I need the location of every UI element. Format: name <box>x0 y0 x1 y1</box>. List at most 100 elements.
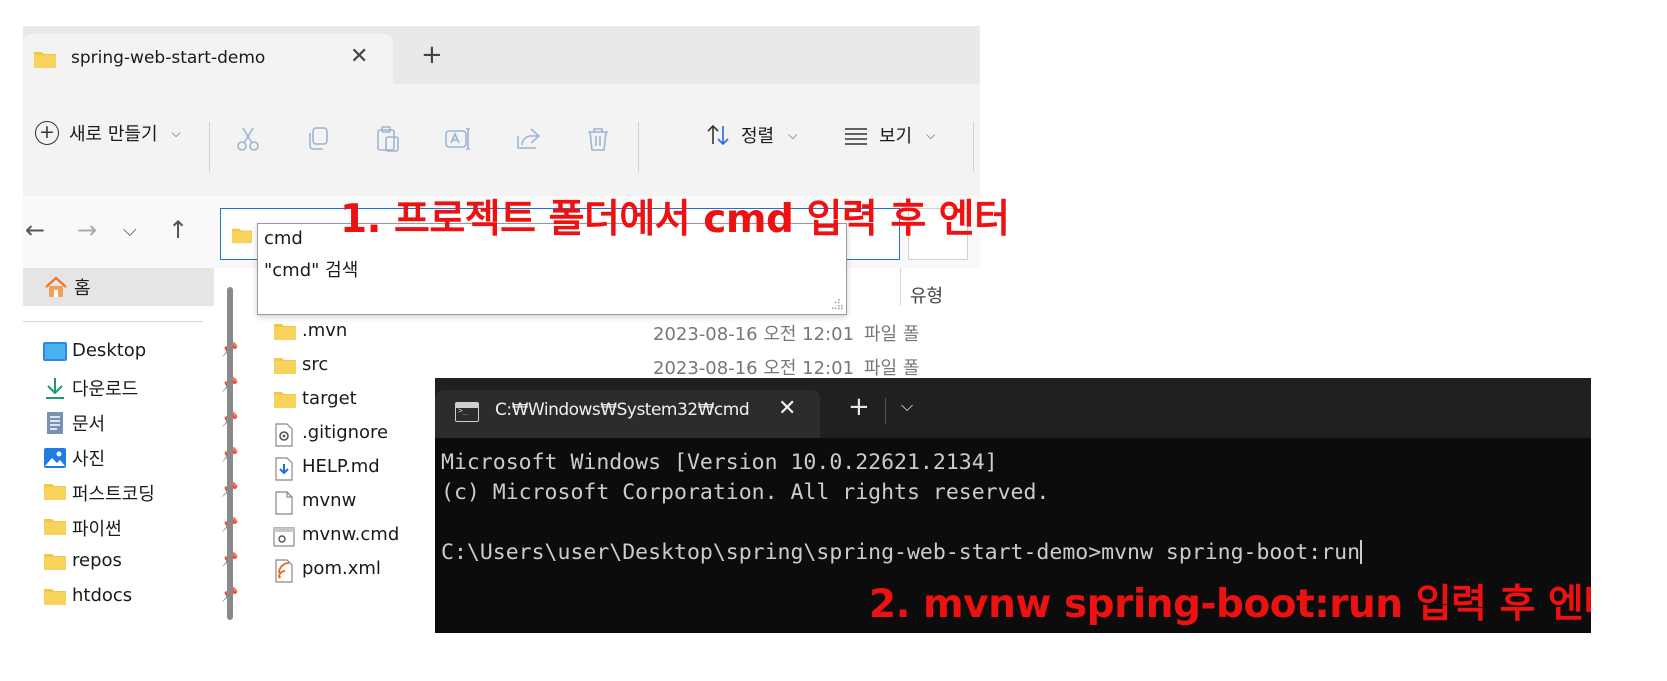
settings-file-icon <box>275 423 293 447</box>
paste-icon[interactable] <box>373 124 403 154</box>
chevron-down-icon: ⌵ <box>788 127 798 142</box>
folder-icon <box>44 589 66 605</box>
sidebar-item-label: 문서 <box>72 414 106 435</box>
file-row[interactable]: .mvn 2023-08-16 오전 12:01 파일 폴 <box>273 318 973 348</box>
text-cursor <box>1360 540 1363 564</box>
terminal-window: C:₩Windows₩System32₩cmd ✕ + ⌵ Microsoft … <box>435 378 1591 633</box>
sidebar-item-downloads[interactable]: 다운로드 📌 <box>43 373 238 403</box>
navigation-pane: 홈 Desktop 📌 다운로드 📌 문서 📌 사진 📌 <box>23 268 238 620</box>
delete-icon[interactable] <box>583 124 613 154</box>
column-header-type[interactable]: 유형 <box>910 282 943 308</box>
explorer-toolbar: + 새로 만들기 ⌵ 정렬 ⌵ 보기 ⌵ <box>23 84 980 196</box>
folder-icon <box>44 484 66 500</box>
view-button[interactable]: 보기 ⌵ <box>843 122 935 148</box>
terminal-tab[interactable]: C:₩Windows₩System32₩cmd ✕ <box>435 390 820 438</box>
sidebar-item-label: Desktop <box>72 340 147 361</box>
sidebar-divider <box>23 321 203 322</box>
up-arrow-icon[interactable]: ↑ <box>168 216 188 244</box>
sidebar-item-label: 파이썬 <box>72 519 122 540</box>
chevron-down-icon: ⌵ <box>926 127 936 142</box>
chevron-down-icon[interactable]: ⌵ <box>901 396 913 416</box>
view-label: 보기 <box>879 126 913 147</box>
explorer-tab-bar: spring-web-start-demo ✕ + <box>23 26 980 84</box>
new-tab-button[interactable]: + <box>848 392 870 422</box>
explorer-tab-title: spring-web-start-demo <box>71 48 266 68</box>
folder-icon <box>274 392 296 408</box>
sort-icon <box>707 124 729 146</box>
sidebar-scrollbar[interactable] <box>227 287 233 620</box>
download-icon <box>46 378 64 399</box>
rename-icon[interactable] <box>443 124 473 154</box>
sidebar-item-label: 사진 <box>72 449 106 470</box>
toolbar-divider <box>973 122 974 172</box>
sidebar-item-pictures[interactable]: 사진 📌 <box>43 443 238 473</box>
explorer-tab[interactable]: spring-web-start-demo ✕ <box>23 34 393 84</box>
pictures-icon <box>44 448 66 468</box>
file-name: HELP.md <box>302 456 380 477</box>
file-name: mvnw.cmd <box>302 524 400 545</box>
folder-icon <box>274 324 296 340</box>
file-name: target <box>302 388 357 409</box>
view-list-icon <box>845 128 867 145</box>
blank-file-icon <box>275 491 293 515</box>
home-icon <box>45 276 67 297</box>
sidebar-item-folder[interactable]: htdocs 📌 <box>43 583 238 613</box>
file-name: pom.xml <box>302 558 381 579</box>
batch-file-icon <box>273 527 295 547</box>
desktop-icon <box>43 342 67 361</box>
sidebar-item-home[interactable]: 홈 <box>23 268 214 306</box>
folder-icon <box>274 358 296 374</box>
cut-icon[interactable] <box>233 124 263 154</box>
step2-annotation: 2. mvnw spring-boot:run 입력 후 엔터 <box>869 582 1591 627</box>
sidebar-item-folder[interactable]: 퍼스트코딩 📌 <box>43 478 238 508</box>
autocomplete-item[interactable]: "cmd" 검색 <box>264 256 358 282</box>
recent-locations-chevron-icon[interactable]: ⌵ <box>123 220 137 241</box>
new-item-label: 새로 만들기 <box>69 124 158 145</box>
xml-file-icon <box>275 559 293 583</box>
file-name: .gitignore <box>302 422 389 443</box>
sidebar-item-folder[interactable]: repos 📌 <box>43 548 238 578</box>
terminal-line: (c) Microsoft Corporation. All rights re… <box>441 480 1050 505</box>
folder-icon <box>231 226 253 248</box>
step1-annotation: 1. 프로젝트 폴더에서 cmd 입력 후 엔터 <box>340 197 1010 242</box>
file-date: 2023-08-16 오전 12:01 <box>653 358 855 379</box>
toolbar-divider <box>638 122 639 172</box>
chevron-down-icon: ⌵ <box>171 125 181 140</box>
sort-label: 정렬 <box>741 126 775 147</box>
sidebar-item-documents[interactable]: 문서 📌 <box>43 408 238 438</box>
sidebar-item-folder[interactable]: 파이썬 📌 <box>43 513 238 543</box>
terminal-command-line: C:\Users\user\Desktop\spring\spring-web-… <box>441 538 1363 568</box>
back-arrow-icon[interactable]: ← <box>25 216 45 244</box>
share-icon[interactable] <box>513 124 543 154</box>
folder-icon <box>44 519 66 535</box>
folder-icon <box>44 554 66 570</box>
sidebar-item-label: 퍼스트코딩 <box>72 484 155 505</box>
new-tab-button[interactable]: + <box>421 42 443 68</box>
terminal-tab-bar: C:₩Windows₩System32₩cmd ✕ + ⌵ <box>435 378 1591 438</box>
sort-button[interactable]: 정렬 ⌵ <box>705 122 797 148</box>
terminal-line: Microsoft Windows [Version 10.0.22621.21… <box>441 450 998 475</box>
documents-icon <box>47 412 63 434</box>
sidebar-item-desktop[interactable]: Desktop 📌 <box>43 338 238 368</box>
file-type: 파일 폴 <box>864 324 920 345</box>
close-tab-icon[interactable]: ✕ <box>350 44 368 69</box>
copy-icon[interactable] <box>303 124 333 154</box>
folder-icon <box>33 49 57 73</box>
screenshot-root: spring-web-start-demo ✕ + + 새로 만들기 ⌵ 정렬 <box>0 0 1667 681</box>
terminal-tab-title: C:₩Windows₩System32₩cmd <box>495 400 750 420</box>
file-name: mvnw <box>302 490 357 511</box>
sidebar-item-label: htdocs <box>72 585 133 606</box>
close-tab-icon[interactable]: ✕ <box>778 396 796 421</box>
file-name: .mvn <box>302 320 348 341</box>
resize-grip-icon[interactable]: ⠠⠆ ⠤⠶ <box>830 297 844 313</box>
sidebar-item-label: 다운로드 <box>72 379 139 400</box>
forward-arrow-icon[interactable]: → <box>77 216 97 244</box>
terminal-command-text: C:\Users\user\Desktop\spring\spring-web-… <box>441 540 1361 565</box>
column-divider <box>900 268 901 306</box>
autocomplete-item[interactable]: cmd <box>264 228 303 249</box>
new-item-button[interactable]: + 새로 만들기 ⌵ <box>35 120 181 146</box>
terminal-output[interactable]: Microsoft Windows [Version 10.0.22621.21… <box>441 448 1363 568</box>
file-date: 2023-08-16 오전 12:01 <box>653 324 855 345</box>
toolbar-divider <box>209 122 210 172</box>
